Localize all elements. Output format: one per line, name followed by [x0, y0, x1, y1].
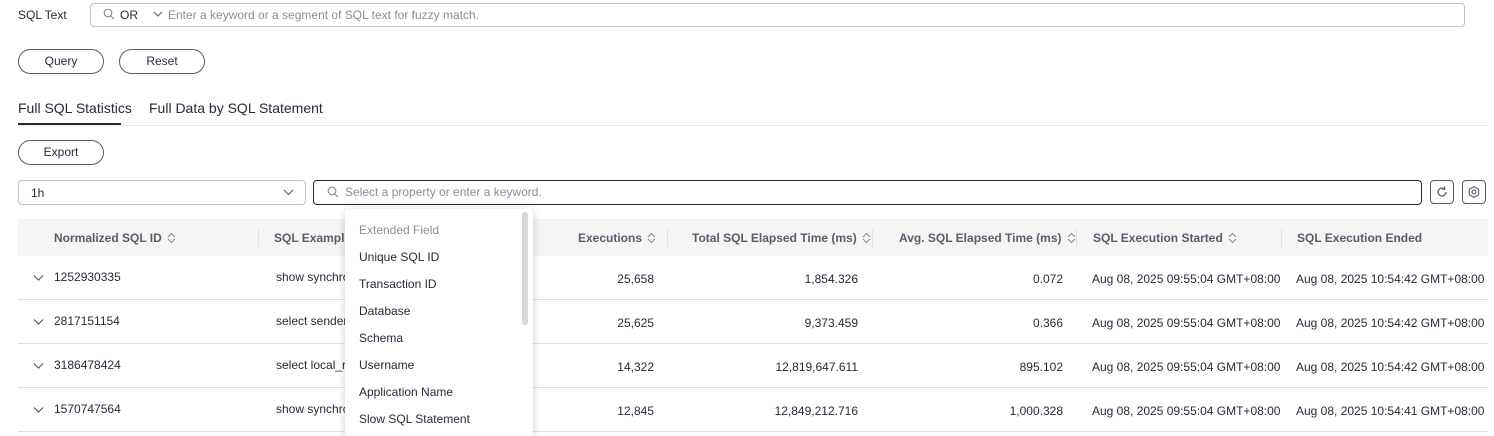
column-header-total-elapsed-time[interactable]: Total SQL Elapsed Time (ms): [692, 231, 871, 245]
expand-row-icon[interactable]: [33, 362, 44, 370]
cell-execution-ended: Aug 08, 2025 10:54:42 GMT+08:00: [1296, 360, 1485, 374]
dropdown-item-application-name[interactable]: Application Name: [359, 385, 453, 399]
cell-execution-ended: Aug 08, 2025 10:54:42 GMT+08:00: [1296, 272, 1485, 286]
cell-execution-ended: Aug 08, 2025 10:54:42 GMT+08:00: [1296, 316, 1485, 330]
time-range-value: 1h: [31, 186, 45, 200]
tab-divider: [18, 125, 1488, 126]
dropdown-scrollbar[interactable]: [522, 212, 528, 325]
column-header-execution-started[interactable]: SQL Execution Started: [1093, 231, 1237, 245]
time-range-select[interactable]: [18, 180, 306, 205]
sort-icon[interactable]: [1067, 232, 1076, 244]
cell-normalized-sql-id: 1252930335: [54, 270, 121, 284]
cell-execution-started: Aug 08, 2025 09:55:04 GMT+08:00: [1092, 272, 1281, 286]
cell-total-elapsed: 9,373.459: [804, 316, 858, 330]
cell-total-elapsed: 12,819,647.611: [775, 360, 858, 374]
sort-icon[interactable]: [862, 232, 871, 244]
column-header-executions[interactable]: Executions: [578, 231, 656, 245]
cell-execution-ended: Aug 08, 2025 10:54:41 GMT+08:00: [1296, 404, 1485, 418]
property-search-input[interactable]: [345, 184, 1405, 200]
reset-button[interactable]: Reset: [119, 49, 205, 74]
dropdown-item-username[interactable]: Username: [359, 358, 414, 372]
chevron-down-icon: [283, 189, 294, 196]
expand-row-icon[interactable]: [33, 318, 44, 326]
cell-sql-example[interactable]: select local_ro: [276, 358, 353, 372]
row-divider: [18, 299, 1488, 300]
dropdown-group-header: Extended Field: [359, 223, 440, 237]
dropdown-item-transaction-id[interactable]: Transaction ID: [359, 277, 437, 291]
expand-row-icon[interactable]: [33, 406, 44, 414]
cell-sql-example[interactable]: select sender_: [276, 314, 354, 328]
dropdown-item-unique-sql-id[interactable]: Unique SQL ID: [359, 250, 439, 264]
gear-icon: [1468, 186, 1480, 198]
settings-button[interactable]: [1462, 180, 1486, 204]
column-divider: [872, 229, 873, 247]
sql-text-input[interactable]: [168, 6, 1448, 24]
cell-executions: 25,658: [617, 272, 654, 286]
column-header-execution-ended: SQL Execution Ended: [1297, 231, 1423, 245]
cell-normalized-sql-id: 3186478424: [54, 358, 121, 372]
refresh-icon: [1437, 186, 1447, 197]
cell-executions: 25,625: [617, 316, 654, 330]
cell-executions: 12,845: [617, 404, 654, 418]
chevron-down-icon[interactable]: [153, 10, 163, 18]
cell-avg-elapsed: 895.102: [1019, 360, 1063, 374]
active-tab-indicator: [18, 123, 121, 125]
refresh-button[interactable]: [1430, 180, 1454, 204]
search-icon: [327, 186, 339, 198]
dropdown-item-slow-sql-statement[interactable]: Slow SQL Statement: [359, 412, 470, 426]
row-divider: [18, 431, 1488, 432]
column-header-sql-example: SQL Example: [274, 231, 352, 245]
sql-text-label: SQL Text: [18, 8, 67, 22]
cell-execution-started: Aug 08, 2025 09:55:04 GMT+08:00: [1092, 316, 1281, 330]
cell-normalized-sql-id: 2817151154: [54, 314, 120, 328]
column-divider: [1281, 229, 1282, 247]
tab-full-sql-statistics[interactable]: Full SQL Statistics: [18, 100, 132, 116]
dropdown-item-schema[interactable]: Schema: [359, 331, 403, 345]
column-divider: [258, 229, 259, 247]
search-icon: [103, 8, 115, 20]
sort-icon[interactable]: [1228, 232, 1237, 244]
cell-normalized-sql-id: 1570747564: [54, 402, 121, 416]
query-button[interactable]: Query: [18, 49, 104, 74]
cell-avg-elapsed: 0.072: [1032, 272, 1063, 286]
cell-execution-started: Aug 08, 2025 09:55:04 GMT+08:00: [1092, 360, 1281, 374]
sort-icon[interactable]: [647, 232, 656, 244]
cell-total-elapsed: 12,849,212.716: [774, 404, 858, 418]
cell-total-elapsed: 1,854.326: [804, 272, 858, 286]
cell-execution-started: Aug 08, 2025 09:55:04 GMT+08:00: [1092, 404, 1281, 418]
expand-row-icon[interactable]: [33, 274, 44, 282]
row-divider: [18, 343, 1488, 344]
sort-icon[interactable]: [167, 232, 176, 244]
cell-avg-elapsed: 1,000.328: [1009, 404, 1063, 418]
column-header-normalized-sql-id[interactable]: Normalized SQL ID: [54, 231, 176, 245]
cell-avg-elapsed: 0.366: [1032, 316, 1063, 330]
column-header-avg-elapsed-time[interactable]: Avg. SQL Elapsed Time (ms): [899, 231, 1076, 245]
operator-select-value[interactable]: OR: [120, 8, 138, 22]
cell-executions: 14,322: [617, 360, 654, 374]
tab-full-data-by-sql-statement[interactable]: Full Data by SQL Statement: [149, 100, 323, 116]
export-button[interactable]: Export: [18, 140, 104, 165]
column-divider: [1076, 229, 1077, 247]
dropdown-item-database[interactable]: Database: [359, 304, 410, 318]
column-divider: [667, 229, 668, 247]
property-dropdown-menu: Extended Field Unique SQL ID Transaction…: [345, 209, 533, 436]
row-divider: [18, 387, 1488, 388]
